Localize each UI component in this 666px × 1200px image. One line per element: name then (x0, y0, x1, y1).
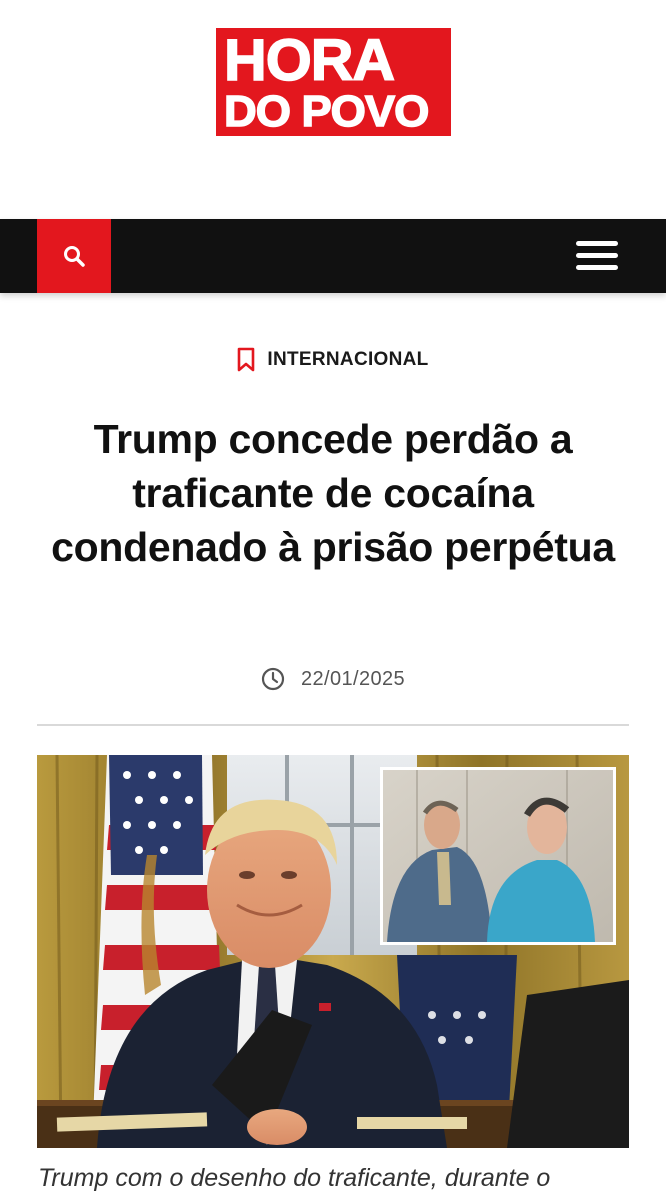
top-navbar (0, 219, 666, 293)
logo-line-2: DO POVO (223, 87, 430, 136)
category-label: INTERNACIONAL (267, 349, 429, 370)
article-photo-illustration (37, 755, 629, 1148)
image-caption: Trump com o desenho do traficante, duran… (38, 1164, 551, 1192)
date-text: 22/01/2025 (300, 667, 406, 690)
logo-line-1: HORA (223, 28, 396, 93)
search-icon (64, 246, 85, 267)
article-date: 22/01/2025 (0, 667, 666, 691)
search-button[interactable] (37, 219, 111, 293)
article-title: Trump concede perdão a traficante de coc… (51, 416, 615, 570)
clock-icon (261, 667, 285, 691)
article-category[interactable]: INTERNACIONAL (0, 347, 666, 373)
divider (37, 724, 629, 726)
hamburger-menu-icon[interactable] (576, 241, 618, 271)
site-logo[interactable]: HORA DO POVO (216, 28, 451, 136)
article-page: HORA DO POVO INTERNACIONAL Trump concede… (0, 0, 666, 1200)
article-image[interactable] (37, 755, 629, 1148)
bookmark-icon (238, 347, 255, 372)
